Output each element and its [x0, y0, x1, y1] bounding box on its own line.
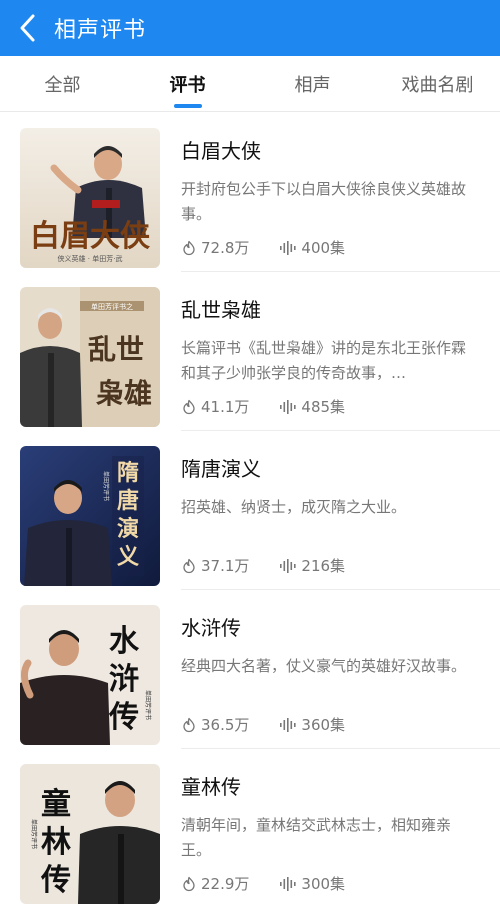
flame-icon: [183, 717, 195, 732]
audio-bars-icon: [280, 240, 297, 255]
tab-opera[interactable]: 戏曲名剧: [375, 56, 500, 111]
tab-xiangsheng[interactable]: 相声: [250, 56, 375, 111]
album-description: 开封府包公手下以白眉大侠徐良侠义英雄故事。: [181, 180, 467, 223]
album-cover: 白眉大侠 侠义英雄 · 单田芳·武: [20, 128, 160, 268]
page-title: 相声评书: [54, 18, 147, 43]
album-title: 乱世枭雄: [181, 298, 261, 322]
audio-bars-icon: [280, 399, 297, 414]
tab-label: 全部: [44, 74, 81, 96]
episode-count: 485集: [301, 398, 346, 416]
album-list: 白眉大侠 侠义英雄 · 单田芳·武 白眉大侠 开封府包公手下以白眉大侠徐良侠义英…: [0, 113, 500, 908]
play-count: 37.1万: [201, 557, 250, 575]
album-description: 招英雄、纳贤士，成灭隋之大业。: [181, 498, 407, 516]
play-count: 36.5万: [201, 716, 250, 734]
play-count: 72.8万: [201, 239, 250, 257]
audio-bars-icon: [280, 717, 297, 732]
svg-text:单田芳评书: 单田芳评书: [144, 690, 152, 720]
list-item[interactable]: 单田芳评书之 乱世 枭雄 乱世枭雄 长篇评书《乱世枭雄》讲的是东北王张作霖和其子…: [0, 272, 500, 431]
svg-text:水: 水: [109, 624, 140, 659]
album-cover: 水 浒 传 单田芳评书: [20, 605, 160, 745]
category-tabs: 全部 评书 相声 戏曲名剧: [0, 56, 500, 112]
svg-text:乱世: 乱世: [88, 333, 144, 366]
list-item[interactable]: 隋 唐 演 义 单田芳评书 隋唐演义 招英雄、纳贤士，成灭隋之大业。 37.1万: [0, 431, 500, 590]
svg-text:侠义英雄 · 单田芳·武: 侠义英雄 · 单田芳·武: [58, 254, 123, 263]
album-description: 长篇评书《乱世枭雄》讲的是东北王张作霖和其子少帅张学良的传奇故事，…: [181, 339, 467, 382]
chevron-left-icon: [20, 14, 35, 42]
list-item[interactable]: 童 林 传 单田芳评书 童林传 清朝年间，童林结交武林志士，相知雍亲王。 22.…: [0, 749, 500, 908]
flame-icon: [183, 876, 195, 891]
episode-count: 360集: [301, 716, 346, 734]
svg-text:传: 传: [40, 863, 71, 898]
svg-text:隋: 隋: [117, 460, 139, 486]
svg-text:演: 演: [117, 516, 139, 542]
svg-text:单田芳评书之: 单田芳评书之: [91, 302, 133, 311]
tab-all[interactable]: 全部: [0, 56, 125, 111]
back-button[interactable]: [0, 0, 56, 56]
tab-label: 戏曲名剧: [401, 74, 474, 96]
svg-text:林: 林: [41, 825, 71, 860]
svg-text:浒: 浒: [109, 662, 139, 697]
album-cover: 童 林 传 单田芳评书: [20, 764, 160, 904]
tab-label: 相声: [294, 74, 331, 96]
audio-bars-icon: [280, 558, 297, 573]
album-cover: 隋 唐 演 义 单田芳评书: [20, 446, 160, 586]
album-description: 清朝年间，童林结交武林志士，相知雍亲王。: [181, 816, 452, 859]
episode-count: 300集: [301, 875, 346, 893]
episode-count: 216集: [301, 557, 346, 575]
album-description: 经典四大名著，仗义豪气的英雄好汉故事。: [181, 657, 467, 675]
list-item[interactable]: 水 浒 传 单田芳评书 水浒传 经典四大名著，仗义豪气的英雄好汉故事。 36.5…: [0, 590, 500, 749]
svg-text:唐: 唐: [117, 488, 139, 514]
svg-text:义: 义: [117, 544, 139, 570]
album-title: 水浒传: [181, 616, 241, 640]
svg-text:单田芳评书: 单田芳评书: [30, 819, 38, 849]
play-count: 41.1万: [201, 398, 250, 416]
album-cover: 单田芳评书之 乱世 枭雄: [20, 287, 160, 427]
svg-text:童: 童: [41, 787, 71, 822]
svg-text:白眉大侠: 白眉大侠: [30, 219, 151, 254]
svg-text:单田芳评书: 单田芳评书: [102, 471, 110, 501]
flame-icon: [183, 558, 195, 573]
album-title: 童林传: [181, 775, 241, 799]
flame-icon: [183, 240, 195, 255]
episode-count: 400集: [301, 239, 346, 257]
svg-text:枭雄: 枭雄: [96, 377, 152, 410]
play-count: 22.9万: [201, 875, 250, 893]
tab-pingshu[interactable]: 评书: [125, 56, 250, 111]
top-app-bar: 相声评书: [0, 0, 500, 56]
flame-icon: [183, 399, 195, 414]
audio-bars-icon: [280, 876, 297, 891]
album-title: 白眉大侠: [181, 139, 261, 163]
svg-text:传: 传: [108, 700, 139, 735]
tab-label: 评书: [169, 74, 206, 96]
list-item[interactable]: 白眉大侠 侠义英雄 · 单田芳·武 白眉大侠 开封府包公手下以白眉大侠徐良侠义英…: [0, 113, 500, 272]
album-title: 隋唐演义: [181, 457, 261, 481]
